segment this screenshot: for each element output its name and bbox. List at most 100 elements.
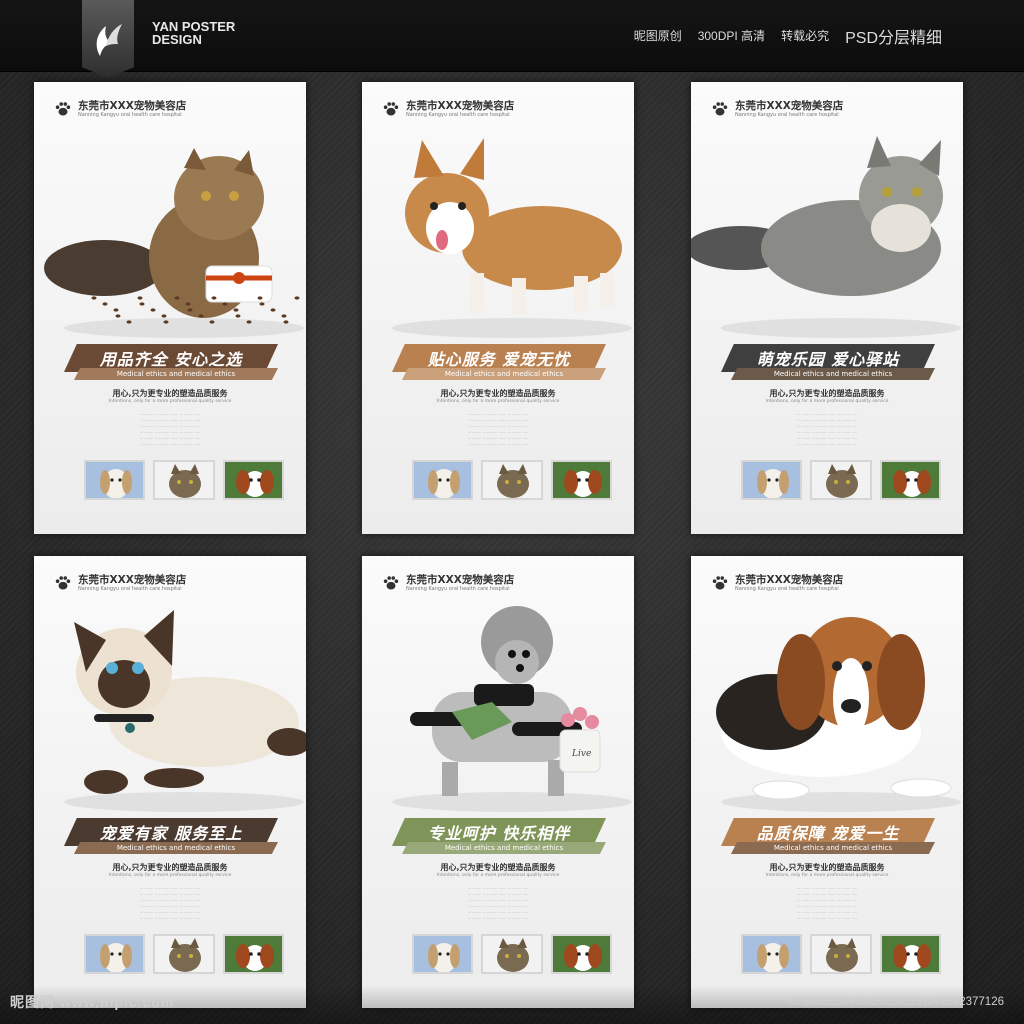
brand-name: YAN POSTER DESIGN xyxy=(152,19,236,47)
thumb-spaniel xyxy=(222,934,284,974)
subtitle-bar: Medical ethics and medical ethics xyxy=(74,368,278,380)
tag-psd: PSD分层精细 xyxy=(845,30,942,47)
shop-header: 东莞市XXX宠物美容店 Nanning Kangyu oral health ca… xyxy=(382,100,514,119)
subtitle-bar: Medical ethics and medical ethics xyxy=(402,368,606,380)
shop-subtitle: Nanning Kangyu oral health care hospital xyxy=(735,112,839,118)
title-banner: 萌宠乐园 爱心驿站 Medical ethics and medical ethi… xyxy=(691,344,963,386)
body-text: ··· ········ ·· ·········· ······· ··· ·… xyxy=(412,886,584,922)
thumb-shihtzu xyxy=(84,460,146,500)
thumb-shihtzu xyxy=(84,934,146,974)
title-banner: 品质保障 宠爱一生 Medical ethics and medical ethi… xyxy=(691,818,963,860)
shop-name: 东莞市XXX宠物美容店 xyxy=(406,100,515,112)
shop-name: 东莞市XXX宠物美容店 xyxy=(406,574,515,586)
pet-photo-beagle xyxy=(691,602,963,817)
thumbnail-row xyxy=(412,934,612,974)
thumbnail-row xyxy=(741,934,941,974)
site-watermark: 昵图网 www.nipic.com xyxy=(10,994,175,1010)
thumbnail-row xyxy=(84,460,284,500)
body-text-line: ··· ········ ·· ·········· ······· ··· ·… xyxy=(139,443,201,447)
poster-1: 东莞市XXX宠物美容店 Nanning Kangyu oral health ca… xyxy=(34,82,306,534)
subtitle-bar: Medical ethics and medical ethics xyxy=(74,842,278,854)
paw-icon xyxy=(55,576,71,590)
poster-title: 萌宠乐园 爱心驿站 xyxy=(756,350,900,369)
thumb-shihtzu xyxy=(412,460,474,500)
thumb-spaniel xyxy=(222,460,284,500)
shop-subtitle: Nanning Kangyu oral health care hospital xyxy=(78,112,182,118)
thumb-shihtzu xyxy=(741,460,803,500)
title-ribbon: 用品齐全 安心之选 xyxy=(64,344,278,372)
thumb-cat xyxy=(810,934,872,974)
slogan-english: Intentions, only for a more professional… xyxy=(765,873,889,878)
title-ribbon: 贴心服务 爱宠无忧 xyxy=(392,344,606,372)
pot-label: Live xyxy=(571,749,591,759)
subtitle-bar: Medical ethics and medical ethics xyxy=(402,842,606,854)
body-text-line: ··· ········ ·· ·········· ······· ··· ·… xyxy=(467,917,529,921)
slogan-english: Intentions, only for a more professional… xyxy=(108,399,232,404)
shop-header: 东莞市XXX宠物美容店 Nanning Kangyu oral health ca… xyxy=(54,100,186,119)
shop-header: 东莞市XXX宠物美容店 Nanning Kangyu oral health ca… xyxy=(711,574,843,593)
body-text-line: ··· ········ ·· ·········· ······· ··· ·… xyxy=(796,443,858,447)
shop-name: 东莞市XXX宠物美容店 xyxy=(735,100,844,112)
thumb-cat xyxy=(481,934,543,974)
body-text: ··· ········ ·· ·········· ······· ··· ·… xyxy=(84,412,256,448)
thumb-cat xyxy=(153,460,215,500)
title-ribbon: 宠爱有家 服务至上 xyxy=(64,818,278,846)
thumb-cat xyxy=(481,460,543,500)
thumb-cat xyxy=(810,460,872,500)
poster-subtitle: Medical ethics and medical ethics xyxy=(773,370,893,378)
slogan: 用心,只为更专业的塑造品质服务 xyxy=(769,389,885,398)
thumb-shihtzu xyxy=(412,934,474,974)
tag-copyright: 转载必究 xyxy=(781,29,830,43)
body-text-line: ··· ········ ·· ·········· ······· ··· ·… xyxy=(467,443,529,447)
body-text: ··· ········ ·· ·········· ······· ··· ·… xyxy=(84,886,256,922)
slogan-english: Intentions, only for a more professional… xyxy=(436,873,560,878)
shop-name: 东莞市XXX宠物美容店 xyxy=(78,574,187,586)
thumb-spaniel xyxy=(879,934,941,974)
title-banner: 宠爱有家 服务至上 Medical ethics and medical ethi… xyxy=(34,818,306,860)
image-id: ID:9353120 NO:20250110114135237712​6 xyxy=(788,996,1004,1008)
shop-header: 东莞市XXX宠物美容店 Nanning Kangyu oral health ca… xyxy=(54,574,186,593)
body-text-line: ··· ········ ·· ·········· ······· ··· ·… xyxy=(139,917,201,921)
poster-2: 东莞市XXX宠物美容店 Nanning Kangyu oral health ca… xyxy=(362,82,634,534)
slogan-english: Intentions, only for a more professional… xyxy=(765,399,889,404)
thumbnail-row xyxy=(412,460,612,500)
poster-title: 用品齐全 安心之选 xyxy=(99,350,243,369)
paw-icon xyxy=(383,576,399,590)
title-banner: 用品齐全 安心之选 Medical ethics and medical ethi… xyxy=(34,344,306,386)
shop-name: 东莞市XXX宠物美容店 xyxy=(78,100,187,112)
subtitle-bar: Medical ethics and medical ethics xyxy=(731,368,935,380)
paw-icon xyxy=(712,102,728,116)
poster-title: 宠爱有家 服务至上 xyxy=(99,824,243,843)
header-tags: 昵图原创 300DPI 高清 转载必究 PSD分层精细 xyxy=(634,27,942,48)
slogan: 用心,只为更专业的塑造品质服务 xyxy=(440,389,556,398)
paw-icon xyxy=(712,576,728,590)
top-bar: YAN POSTER DESIGN 昵图原创 300DPI 高清 转载必究 PS… xyxy=(0,0,1024,78)
slogan: 用心,只为更专业的塑造品质服务 xyxy=(769,863,885,872)
brand-logo xyxy=(82,0,134,78)
pet-photo-poodle: Live xyxy=(362,602,634,817)
poster-subtitle: Medical ethics and medical ethics xyxy=(444,844,564,852)
poster-subtitle: Medical ethics and medical ethics xyxy=(444,370,564,378)
tag-original: 昵图原创 xyxy=(633,29,682,43)
thumbnail-row xyxy=(84,934,284,974)
body-text: ··· ········ ·· ·········· ······· ··· ·… xyxy=(741,412,913,448)
title-ribbon: 品质保障 宠爱一生 xyxy=(721,818,935,846)
slogan-english: Intentions, only for a more professional… xyxy=(436,399,560,404)
poster-subtitle: Medical ethics and medical ethics xyxy=(773,844,893,852)
title-ribbon: 专业呵护 快乐相伴 xyxy=(392,818,606,846)
poster-subtitle: Medical ethics and medical ethics xyxy=(116,844,236,852)
thumb-spaniel xyxy=(550,934,612,974)
shop-header: 东莞市XXX宠物美容店 Nanning Kangyu oral health ca… xyxy=(711,100,843,119)
shop-name: 东莞市XXX宠物美容店 xyxy=(735,574,844,586)
poster-subtitle: Medical ethics and medical ethics xyxy=(116,370,236,378)
shop-subtitle: Nanning Kangyu oral health care hospital xyxy=(406,112,510,118)
poster-title: 品质保障 宠爱一生 xyxy=(756,824,900,843)
shop-subtitle: Nanning Kangyu oral health care hospital xyxy=(406,586,510,592)
poster-3: 东莞市XXX宠物美容店 Nanning Kangyu oral health ca… xyxy=(691,82,963,534)
body-text: ··· ········ ·· ·········· ······· ··· ·… xyxy=(412,412,584,448)
pet-photo-persian-cat xyxy=(34,128,306,343)
slogan: 用心,只为更专业的塑造品质服务 xyxy=(440,863,556,872)
poster-5: 东莞市XXX宠物美容店 Nanning Kangyu oral health ca… xyxy=(362,556,634,1008)
poster-6: 东莞市XXX宠物美容店 Nanning Kangyu oral health ca… xyxy=(691,556,963,1008)
pet-photo-siamese-cat xyxy=(34,602,306,817)
